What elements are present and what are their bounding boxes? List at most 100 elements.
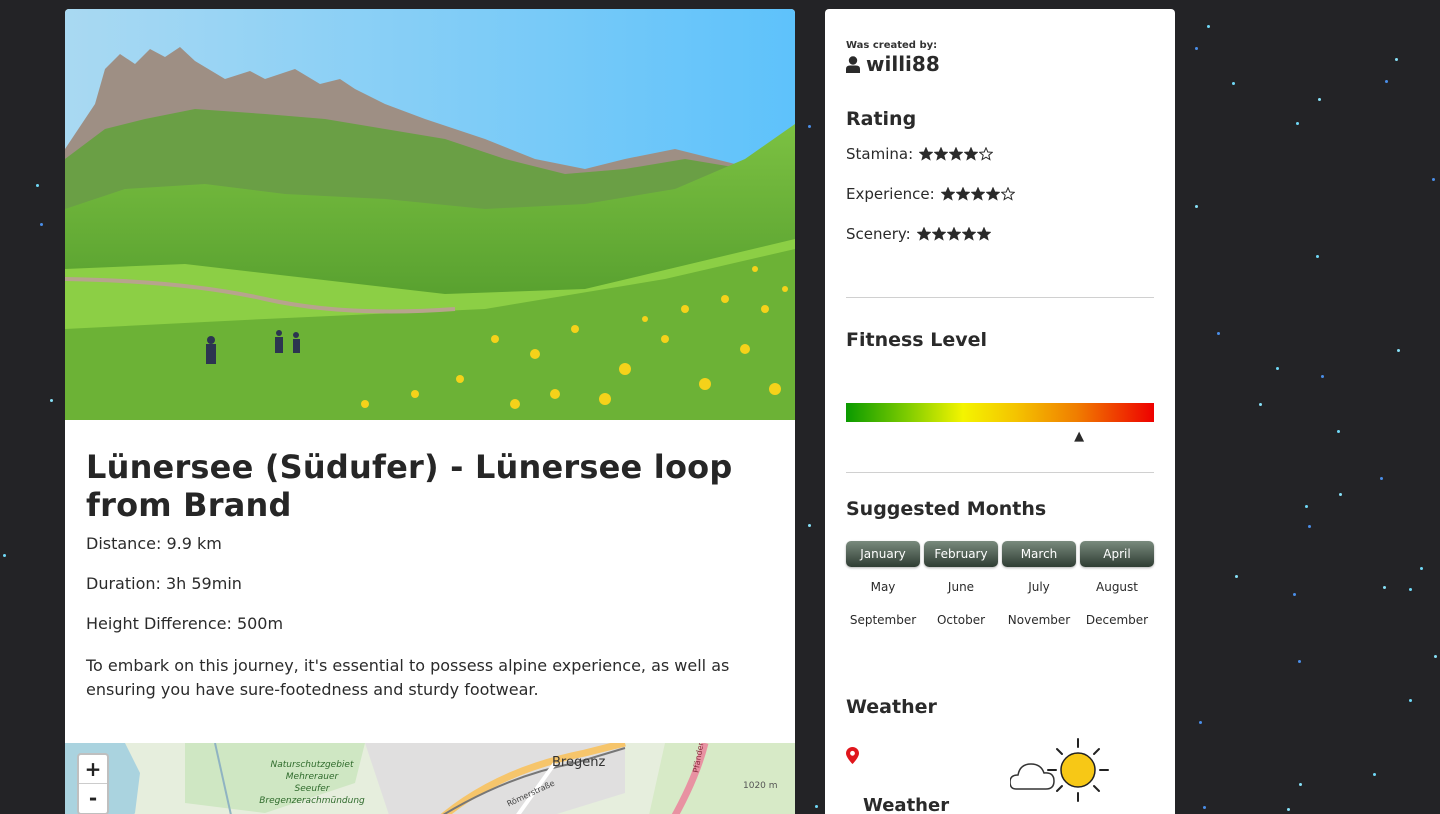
star-dot: [1195, 205, 1198, 208]
star-dot: [1385, 80, 1388, 83]
star-dot: [50, 399, 53, 402]
rating-scenery: Scenery:: [846, 225, 991, 243]
month-september: September: [849, 613, 917, 627]
star-dot: [1203, 806, 1206, 809]
star-dot: [1321, 375, 1324, 378]
star-dot: [808, 125, 811, 128]
star-dot: [1308, 525, 1311, 528]
star-dot: [1397, 349, 1400, 352]
fitness-heading: Fitness Level: [846, 329, 987, 351]
star-dot: [1432, 178, 1435, 181]
month-june: June: [947, 580, 975, 594]
star-dot: [1420, 567, 1423, 570]
star-dot: [40, 223, 43, 226]
suggested-months-grid: January February March April May June July Augu…: [846, 541, 1154, 633]
trail-info-panel: Was created by: willi88 Rating Stamina: …: [825, 9, 1175, 814]
map-label-reserve-2: Mehrerauer: [285, 772, 339, 782]
month-march: March: [1002, 541, 1076, 567]
zoom-out-button[interactable]: -: [79, 784, 107, 813]
star-filled-icon: [934, 147, 949, 161]
trail-height-difference: Height Difference: 500m: [86, 614, 284, 633]
star-filled-icon: [931, 227, 946, 241]
created-by-label: Was created by:: [846, 40, 938, 51]
star-dot: [1395, 58, 1398, 61]
star-dot: [1259, 403, 1262, 406]
star-dot: [1299, 783, 1302, 786]
star-dot: [1232, 82, 1235, 85]
star-dot: [1434, 655, 1437, 658]
trail-hero-image: [65, 9, 795, 420]
star-dot: [1293, 593, 1296, 596]
weather-label: Weather: [863, 795, 950, 814]
month-may: May: [870, 580, 896, 594]
zoom-in-button[interactable]: +: [79, 755, 107, 784]
star-dot: [1373, 773, 1376, 776]
star-filled-icon: [919, 147, 934, 161]
star-dot: [1235, 575, 1238, 578]
star-dot: [1409, 588, 1412, 591]
star-dot: [1287, 808, 1290, 811]
star-filled-icon: [985, 187, 1000, 201]
star-dot: [1337, 430, 1340, 433]
star-dot: [1318, 98, 1321, 101]
alpine-meadow-photo: [65, 9, 795, 420]
star-dot: [1409, 699, 1412, 702]
trail-distance: Distance: 9.9 km: [86, 534, 222, 553]
weather-heading: Weather: [846, 696, 937, 718]
map-label-reserve-1: Naturschutzgebiet: [270, 760, 354, 770]
rating-label: Experience:: [846, 185, 935, 203]
star-dot: [1305, 505, 1308, 508]
rating-heading: Rating: [846, 108, 917, 130]
rating-experience: Experience:: [846, 185, 1015, 203]
creator[interactable]: willi88: [846, 52, 940, 76]
month-november: November: [1007, 613, 1071, 627]
partly-sunny-icon: [1010, 738, 1109, 802]
month-december: December: [1085, 613, 1149, 627]
star-empty-icon: [979, 147, 994, 161]
map-label-reserve-4: Bregenzerachmündung: [259, 796, 365, 806]
star-dot: [3, 554, 6, 557]
map-label-elevation: 1020 m: [743, 781, 778, 791]
star-filled-icon: [916, 227, 931, 241]
star-filled-icon: [955, 187, 970, 201]
trail-card: Lünersee (Südufer) - Lünersee loop from …: [65, 9, 795, 814]
star-filled-icon: [964, 147, 979, 161]
star-dot: [1207, 25, 1210, 28]
month-february: February: [924, 541, 998, 567]
rating-label: Scenery:: [846, 225, 911, 243]
star-dot: [1316, 255, 1319, 258]
divider: [846, 472, 1154, 473]
star-filled-icon: [949, 147, 964, 161]
map-zoom-control: + -: [77, 753, 109, 814]
location-pin-icon: [846, 747, 859, 764]
star-dot: [1276, 367, 1279, 370]
star-dot: [1383, 586, 1386, 589]
month-july: July: [1028, 580, 1050, 594]
fitness-level-bar: [846, 403, 1154, 422]
map-tiles: [65, 743, 795, 814]
trail-map[interactable]: Naturschutzgebiet Mehrerauer Seeufer Bre…: [65, 743, 795, 814]
star-dot: [36, 184, 39, 187]
month-april: April: [1080, 541, 1154, 567]
star-filled-icon: [940, 187, 955, 201]
star-dot: [1217, 332, 1220, 335]
trail-duration: Duration: 3h 59min: [86, 574, 242, 593]
divider: [846, 297, 1154, 298]
trail-title: Lünersee (Südufer) - Lünersee loop from …: [86, 448, 733, 524]
star-dot: [1339, 493, 1342, 496]
scenery-stars: [916, 227, 991, 241]
map-label-reserve-3: Seeufer: [294, 784, 330, 794]
star-filled-icon: [946, 227, 961, 241]
creator-name: willi88: [866, 52, 940, 76]
month-january: January: [846, 541, 920, 567]
star-filled-icon: [970, 187, 985, 201]
months-heading: Suggested Months: [846, 498, 1047, 520]
user-icon: [846, 55, 860, 73]
star-dot: [815, 805, 818, 808]
stamina-stars: [919, 147, 994, 161]
star-dot: [1298, 660, 1301, 663]
star-dot: [1199, 721, 1202, 724]
fitness-level-marker: ▲: [1074, 429, 1085, 444]
map-label-city: Bregenz: [552, 755, 606, 770]
rating-stamina: Stamina:: [846, 145, 994, 163]
